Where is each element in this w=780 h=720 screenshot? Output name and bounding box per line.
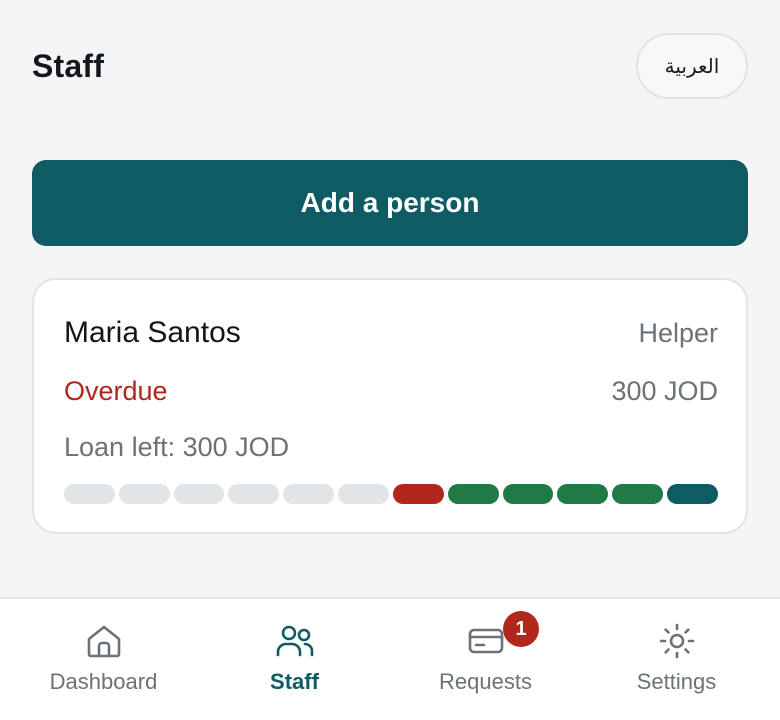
tab-requests[interactable]: 1 Requests bbox=[388, 599, 583, 720]
header: Staff العربية bbox=[32, 32, 748, 100]
home-icon bbox=[87, 625, 120, 658]
tab-settings[interactable]: Settings bbox=[579, 599, 774, 720]
card-icon bbox=[468, 628, 503, 654]
progress-segment-empty bbox=[173, 484, 225, 504]
tab-staff[interactable]: Staff bbox=[197, 599, 392, 720]
loan-left-text: Loan left: 300 JOD bbox=[64, 432, 290, 462]
person-name: Maria Santos bbox=[64, 316, 241, 349]
progress-segment-paid bbox=[447, 484, 499, 504]
progress-segment-empty bbox=[118, 484, 170, 504]
bottom-tab-bar: Dashboard Staff 1 Requests Settings bbox=[0, 597, 780, 720]
tab-dashboard[interactable]: Dashboard bbox=[6, 599, 201, 720]
progress-segment-current bbox=[667, 484, 718, 504]
add-person-button[interactable]: Add a person bbox=[32, 160, 748, 246]
tab-label: Requests bbox=[439, 669, 532, 694]
person-role: Helper bbox=[638, 317, 718, 348]
progress-segment-paid bbox=[557, 484, 609, 504]
payment-progress bbox=[64, 484, 718, 506]
progress-segment-empty bbox=[64, 484, 115, 504]
progress-segment-empty bbox=[228, 484, 280, 504]
salary-amount: 300 JOD bbox=[611, 376, 718, 406]
tab-label: Settings bbox=[636, 669, 717, 694]
progress-segment-empty bbox=[283, 484, 335, 504]
page-title: Staff bbox=[32, 47, 105, 84]
status-label: Overdue bbox=[64, 376, 168, 406]
tab-label: Staff bbox=[270, 669, 319, 694]
staff-card[interactable]: Maria Santos Helper Overdue 300 JOD Loan… bbox=[32, 278, 748, 534]
progress-segment-overdue bbox=[392, 484, 444, 504]
tab-label: Dashboard bbox=[49, 669, 158, 694]
people-icon bbox=[276, 625, 313, 657]
progress-segment-empty bbox=[338, 484, 389, 504]
notification-badge: 1 bbox=[503, 611, 539, 647]
gear-icon bbox=[659, 623, 694, 659]
progress-segment-paid bbox=[502, 484, 554, 504]
progress-segment-paid bbox=[612, 484, 664, 504]
language-toggle-button[interactable]: العربية bbox=[636, 33, 748, 99]
